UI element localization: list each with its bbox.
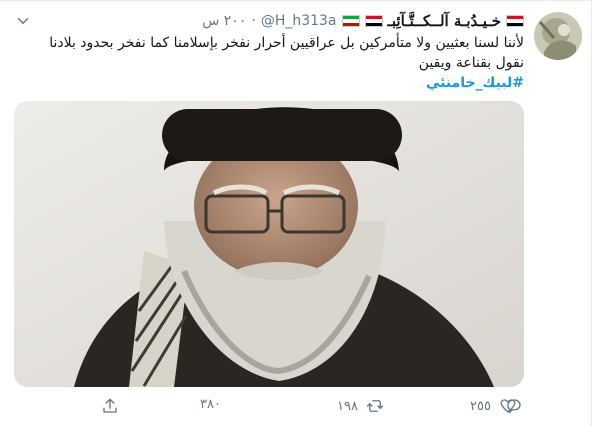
share-button[interactable] xyxy=(101,397,119,415)
iraq-flag-icon xyxy=(364,15,383,27)
iraq-flag-icon xyxy=(506,15,524,27)
user-handle[interactable]: @H_h313a xyxy=(261,13,337,29)
tweet-text-line: نقول بقناعة ويقين xyxy=(418,55,524,71)
share-count: ٣٨٠ xyxy=(200,397,221,412)
like-count: ٢٥٥ xyxy=(470,398,491,414)
retweet-icon xyxy=(366,400,384,412)
tweet-text-line: لأننا لسنا بعثيين ولا متأمركين بل عراقيي… xyxy=(49,35,524,51)
tweet-media-image[interactable] xyxy=(14,101,524,387)
avatar[interactable] xyxy=(534,12,582,60)
timestamp[interactable]: ٢٠٠ س xyxy=(202,13,246,29)
reply-button[interactable] xyxy=(505,397,531,415)
hashtag-link[interactable]: #لبيك_خامنئي xyxy=(426,75,524,91)
reply-icon xyxy=(507,399,521,414)
retweet-button[interactable]: ١٩٨ xyxy=(337,397,384,415)
tweet-text: لأننا لسنا بعثيين ولا متأمركين بل عراقيي… xyxy=(19,33,524,93)
tweet-actions: ٣٨٠ ١٩٨ ٢٥٥ xyxy=(0,397,592,419)
retweet-count: ١٩٨ xyxy=(337,398,358,414)
display-name[interactable]: خـيـدُبـة آلــكــتَّـآئِبـ xyxy=(388,12,501,30)
iran-flag-icon xyxy=(341,15,360,27)
share-count-label: ٣٨٠ xyxy=(200,397,221,412)
share-icon xyxy=(103,398,117,413)
top-divider xyxy=(0,0,592,1)
chevron-down-icon[interactable] xyxy=(14,12,32,30)
tweet-header: خـيـدُبـة آلــكــتَّـآئِبـ @H_h313a · ٢٠… xyxy=(202,12,524,30)
separator-dot: · xyxy=(251,13,256,29)
